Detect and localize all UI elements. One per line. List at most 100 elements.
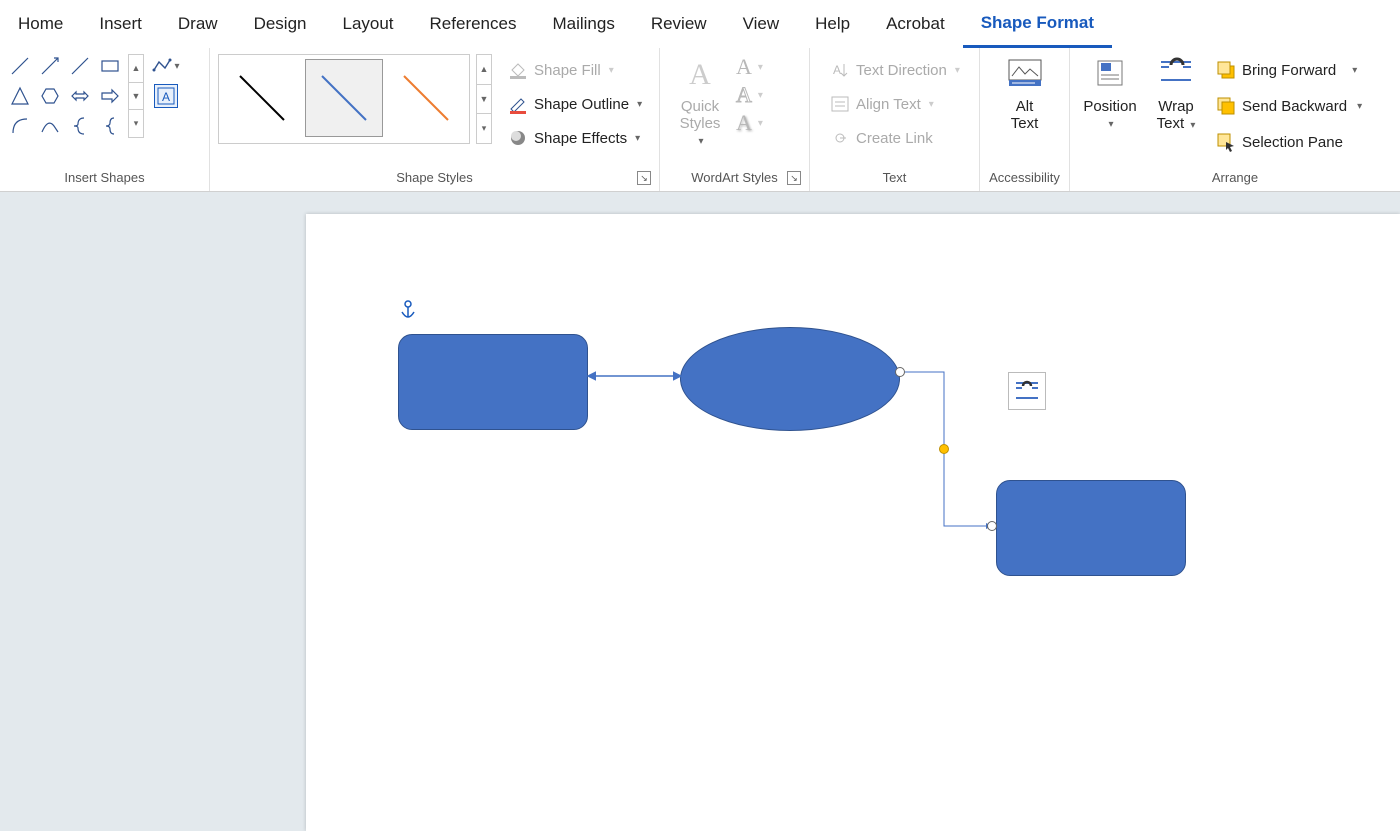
shape-line-icon[interactable] — [8, 54, 32, 78]
tab-home[interactable]: Home — [0, 0, 81, 48]
shape-rectangle-icon[interactable] — [98, 54, 122, 78]
edit-shape-button[interactable]: ▾ — [154, 54, 178, 78]
connector-endpoint-handle-start[interactable] — [895, 367, 905, 377]
shape-styles-dialog-launcher[interactable]: ↘ — [637, 171, 651, 185]
tab-insert[interactable]: Insert — [81, 0, 160, 48]
shape-triangle-icon[interactable] — [8, 84, 32, 108]
scroll-more-icon[interactable]: ▾ — [129, 110, 143, 137]
scroll-more-icon[interactable]: ▾ — [477, 114, 491, 143]
shape-arrow-right-icon[interactable] — [98, 84, 122, 108]
tab-view[interactable]: View — [725, 0, 798, 48]
tab-review[interactable]: Review — [633, 0, 725, 48]
group-label-insert-shapes: Insert Shapes — [8, 166, 201, 191]
shape-connector-icon[interactable] — [68, 54, 92, 78]
canvas-rounded-rect-1[interactable] — [398, 334, 588, 430]
send-backward-icon — [1216, 96, 1236, 116]
style-preset-3[interactable] — [387, 59, 465, 137]
tab-draw[interactable]: Draw — [160, 0, 236, 48]
quick-styles-icon: A — [682, 58, 718, 94]
styles-gallery-scroll[interactable]: ▲ ▼ ▾ — [476, 54, 492, 144]
group-insert-shapes: ▲ ▼ ▾ ▾ A Insert Shapes — [0, 48, 210, 191]
create-link-button: Create Link — [824, 122, 971, 154]
tab-design[interactable]: Design — [236, 0, 325, 48]
text-fill-button: A▾ — [736, 54, 763, 80]
canvas-connectors — [306, 214, 1400, 831]
shape-brace-icon[interactable] — [98, 114, 122, 138]
shape-styles-gallery[interactable] — [218, 54, 470, 144]
tab-help[interactable]: Help — [797, 0, 868, 48]
align-text-icon — [830, 94, 850, 114]
svg-text:A: A — [162, 90, 170, 104]
bring-forward-button[interactable]: Bring Forward▾ — [1210, 54, 1368, 86]
scroll-up-icon[interactable]: ▲ — [477, 55, 491, 85]
selection-pane-icon — [1216, 132, 1236, 152]
shape-effects-button[interactable]: Shape Effects▾ — [502, 122, 648, 154]
wordart-dialog-launcher[interactable]: ↘ — [787, 171, 801, 185]
text-effects-button: A▾ — [736, 110, 763, 136]
connector-endpoint-handle-end[interactable] — [987, 521, 997, 531]
shapes-gallery-scroll[interactable]: ▲ ▼ ▾ — [128, 54, 144, 138]
layout-options-icon — [1014, 380, 1040, 402]
text-direction-icon: A — [830, 60, 850, 80]
paint-bucket-icon — [508, 60, 528, 80]
ribbon: ▲ ▼ ▾ ▾ A Insert Shapes — [0, 48, 1400, 192]
ribbon-tabs: Home Insert Draw Design Layout Reference… — [0, 0, 1400, 48]
group-wordart-styles: A Quick Styles▾ A▾ A▾ A▾ WordArt Styles … — [660, 48, 810, 191]
workspace — [0, 192, 1400, 831]
group-label-text: Text — [818, 166, 971, 191]
anchor-icon — [400, 300, 416, 325]
document-page[interactable] — [306, 214, 1400, 831]
tab-references[interactable]: References — [412, 0, 535, 48]
scroll-down-icon[interactable]: ▼ — [129, 83, 143, 111]
wrap-text-button[interactable]: WrapText ▾ — [1146, 54, 1206, 136]
group-shape-styles: ▲ ▼ ▾ Shape Fill▾ Shape Outline▾ Shape E… — [210, 48, 660, 191]
link-icon — [830, 128, 850, 148]
group-label-arrange: Arrange — [1078, 166, 1392, 191]
group-text: A Text Direction▾ Align Text▾ Create Lin… — [810, 48, 980, 191]
canvas-rounded-rect-2[interactable] — [996, 480, 1186, 576]
shape-fill-button[interactable]: Shape Fill▾ — [502, 54, 648, 86]
tab-layout[interactable]: Layout — [324, 0, 411, 48]
position-button[interactable]: Position▾ — [1078, 54, 1142, 134]
alt-text-button[interactable]: AltText — [990, 54, 1060, 136]
tab-acrobat[interactable]: Acrobat — [868, 0, 963, 48]
edit-shape-icon — [152, 56, 172, 76]
send-backward-button[interactable]: Send Backward▾ — [1210, 90, 1368, 122]
text-direction-button: A Text Direction▾ — [824, 54, 971, 86]
shape-curve-icon[interactable] — [38, 114, 62, 138]
group-arrange: Position▾ WrapText ▾ Bring Forward▾ Send… — [1070, 48, 1400, 191]
shape-hexagon-icon[interactable] — [38, 84, 62, 108]
svg-text:A: A — [833, 63, 841, 77]
tab-shape-format[interactable]: Shape Format — [963, 0, 1112, 48]
text-box-icon: A — [157, 87, 175, 105]
connector-adjust-handle[interactable] — [939, 444, 949, 454]
quick-styles-button: A Quick Styles▾ — [668, 54, 732, 151]
text-box-button[interactable]: A — [154, 84, 178, 108]
text-outline-button: A▾ — [736, 82, 763, 108]
group-label-accessibility: Accessibility — [988, 166, 1061, 191]
shape-arc-icon[interactable] — [8, 114, 32, 138]
selection-pane-button[interactable]: Selection Pane — [1210, 126, 1368, 158]
scroll-up-icon[interactable]: ▲ — [129, 55, 143, 83]
group-label-wordart-styles: WordArt Styles ↘ — [668, 166, 801, 191]
shape-arrow-leftright-icon[interactable] — [68, 84, 92, 108]
pen-outline-icon — [508, 94, 528, 114]
shape-outline-button[interactable]: Shape Outline▾ — [502, 88, 648, 120]
canvas-ellipse[interactable] — [680, 327, 900, 431]
wrap-text-icon — [1158, 58, 1194, 94]
bring-forward-icon — [1216, 60, 1236, 80]
group-label-shape-styles: Shape Styles ↘ — [218, 166, 651, 191]
shape-bracket-icon[interactable] — [68, 114, 92, 138]
position-icon — [1092, 58, 1128, 94]
shapes-gallery[interactable] — [8, 54, 122, 138]
tab-mailings[interactable]: Mailings — [534, 0, 632, 48]
alt-text-icon — [1007, 58, 1043, 94]
scroll-down-icon[interactable]: ▼ — [477, 85, 491, 115]
shape-line-arrow-icon[interactable] — [38, 54, 62, 78]
layout-options-button[interactable] — [1008, 372, 1046, 410]
group-accessibility: AltText Accessibility — [980, 48, 1070, 191]
shape-effects-icon — [508, 128, 528, 148]
style-preset-1[interactable] — [223, 59, 301, 137]
align-text-button: Align Text▾ — [824, 88, 971, 120]
style-preset-2[interactable] — [305, 59, 383, 137]
